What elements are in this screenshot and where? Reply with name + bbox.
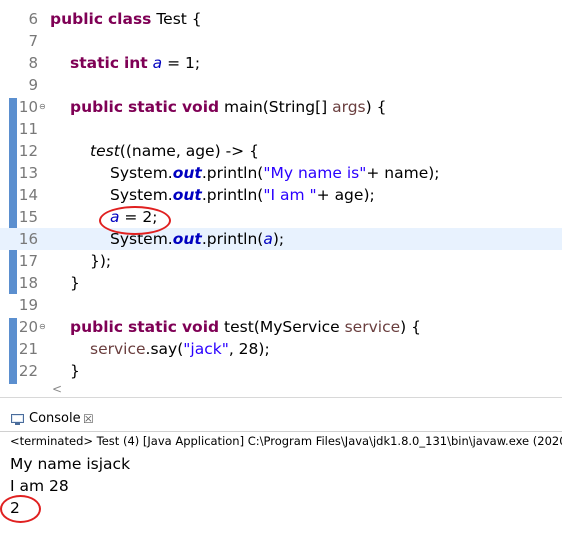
code-line: 7 <box>0 30 562 52</box>
line-number: 15 <box>18 208 38 226</box>
code-line: 20 ⊖ public static void test(MyService s… <box>0 316 562 338</box>
line-number: 11 <box>18 120 38 138</box>
code-line: 21 service.say("jack", 28); <box>0 338 562 360</box>
scroll-left-icon[interactable]: < <box>52 382 62 396</box>
line-number: 8 <box>28 54 38 72</box>
line-number: 21 <box>18 340 38 358</box>
horizontal-scrollbar[interactable]: < <box>46 381 562 398</box>
code-line: 19 <box>0 294 562 316</box>
code-line: 8 static int a = 1; <box>0 52 562 74</box>
code-line: 22 } <box>0 360 562 382</box>
code-line: 6 public class Test { <box>0 8 562 30</box>
current-code-line: 16 System.out.println(a); <box>0 228 562 250</box>
line-number: 17 <box>18 252 38 270</box>
console-output-line: I am 28 <box>10 477 69 495</box>
divider <box>0 431 562 432</box>
code-line: 11 <box>0 118 562 140</box>
code-line: 18 } <box>0 272 562 294</box>
annotation-circle <box>99 206 171 235</box>
line-number: 16 <box>18 230 38 248</box>
console-panel: Console ☒ <terminated> Test (4) [Java Ap… <box>0 398 562 557</box>
code-line: 9 <box>0 74 562 96</box>
code-line: 10 ⊖ public static void main(String[] ar… <box>0 96 562 118</box>
fold-toggle-icon[interactable]: ⊖ <box>39 322 46 331</box>
line-number: 22 <box>18 362 38 380</box>
line-number: 18 <box>18 274 38 292</box>
line-number: 12 <box>18 142 38 160</box>
console-tab[interactable]: Console ☒ <box>0 398 562 432</box>
line-number: 20 <box>18 318 38 336</box>
close-icon[interactable]: ☒ <box>83 411 94 427</box>
code-line: 15 a = 2; <box>0 206 562 228</box>
terminated-status: <terminated> Test (4) [Java Application]… <box>10 434 562 448</box>
code-line: 17 }); <box>0 250 562 272</box>
code-line: 13 System.out.println("My name is"+ name… <box>0 162 562 184</box>
line-number: 7 <box>28 32 38 50</box>
code-editor[interactable]: 6 public class Test { 7 8 static int a =… <box>0 0 562 398</box>
line-number: 6 <box>28 10 38 28</box>
fold-toggle-icon[interactable]: ⊖ <box>39 102 46 111</box>
console-icon <box>11 414 24 425</box>
console-output-line: My name isjack <box>10 455 131 473</box>
code-line: 14 System.out.println("I am "+ age); <box>0 184 562 206</box>
line-number: 13 <box>18 164 38 182</box>
annotation-circle <box>0 495 41 523</box>
line-number: 19 <box>18 296 38 314</box>
line-number: 9 <box>28 76 38 94</box>
code-line: 12 test((name, age) -> { <box>0 140 562 162</box>
console-tab-label: Console <box>29 411 81 426</box>
line-number: 14 <box>18 186 38 204</box>
line-number: 10 <box>18 98 38 116</box>
